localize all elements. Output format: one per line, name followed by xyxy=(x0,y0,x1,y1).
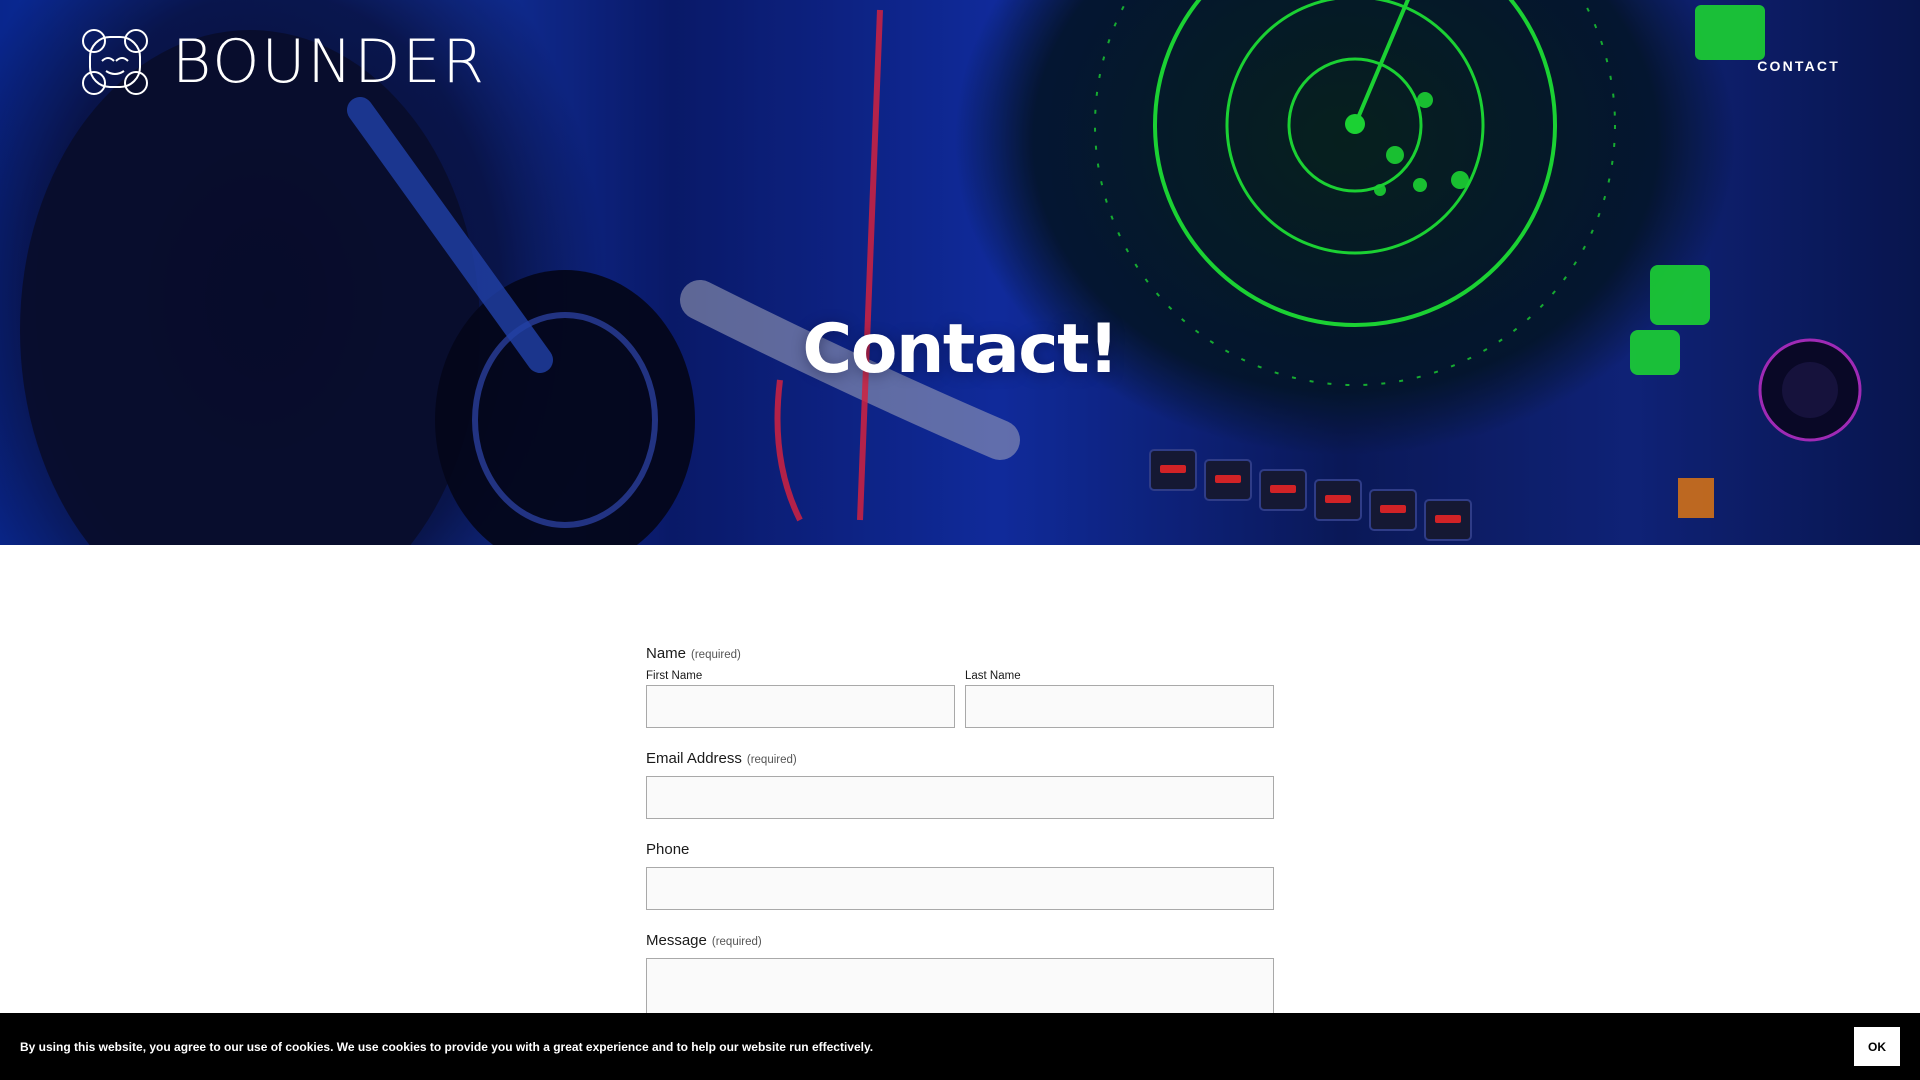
email-label: Email Address (required) xyxy=(646,750,1274,767)
email-input[interactable] xyxy=(646,776,1274,819)
hero-banner: BOUNDER CONTACT Contact! xyxy=(0,0,1920,545)
message-textarea[interactable] xyxy=(646,958,1274,1018)
cookie-accept-button[interactable]: OK xyxy=(1854,1027,1900,1066)
phone-field-group: Phone xyxy=(646,841,1274,910)
page-title: Contact! xyxy=(802,310,1119,389)
cookie-notice-text: By using this website, you agree to our … xyxy=(20,1039,874,1054)
message-required-note: (required) xyxy=(711,936,762,948)
last-name-input[interactable] xyxy=(965,685,1274,728)
bear-face-icon xyxy=(82,29,148,95)
phone-input[interactable] xyxy=(646,867,1274,910)
email-required-note: (required) xyxy=(746,754,797,766)
phone-label: Phone xyxy=(646,841,1274,858)
phone-label-text: Phone xyxy=(646,841,690,858)
name-required-note: (required) xyxy=(691,649,741,661)
message-field-group: Message (required) xyxy=(646,932,1274,1018)
message-label: Message (required) xyxy=(646,932,1274,949)
brand-name: BOUNDER xyxy=(172,27,487,97)
last-name-label: Last Name xyxy=(965,670,1021,682)
contact-form: Name (required) First Name Last Name Emai… xyxy=(646,645,1274,1018)
first-name-label: First Name xyxy=(646,670,703,682)
name-label: Name (required) xyxy=(646,645,1274,662)
brand-logo[interactable]: BOUNDER xyxy=(80,27,486,97)
name-field-group: Name (required) First Name Last Name xyxy=(646,645,1274,728)
message-label-text: Message xyxy=(646,932,707,949)
email-label-text: Email Address xyxy=(646,750,742,767)
nav-link-contact[interactable]: CONTACT xyxy=(1757,58,1840,74)
email-field-group: Email Address (required) xyxy=(646,750,1274,819)
cookie-banner: By using this website, you agree to our … xyxy=(0,1013,1920,1080)
name-label-text: Name xyxy=(646,645,687,662)
first-name-input[interactable] xyxy=(646,685,955,728)
